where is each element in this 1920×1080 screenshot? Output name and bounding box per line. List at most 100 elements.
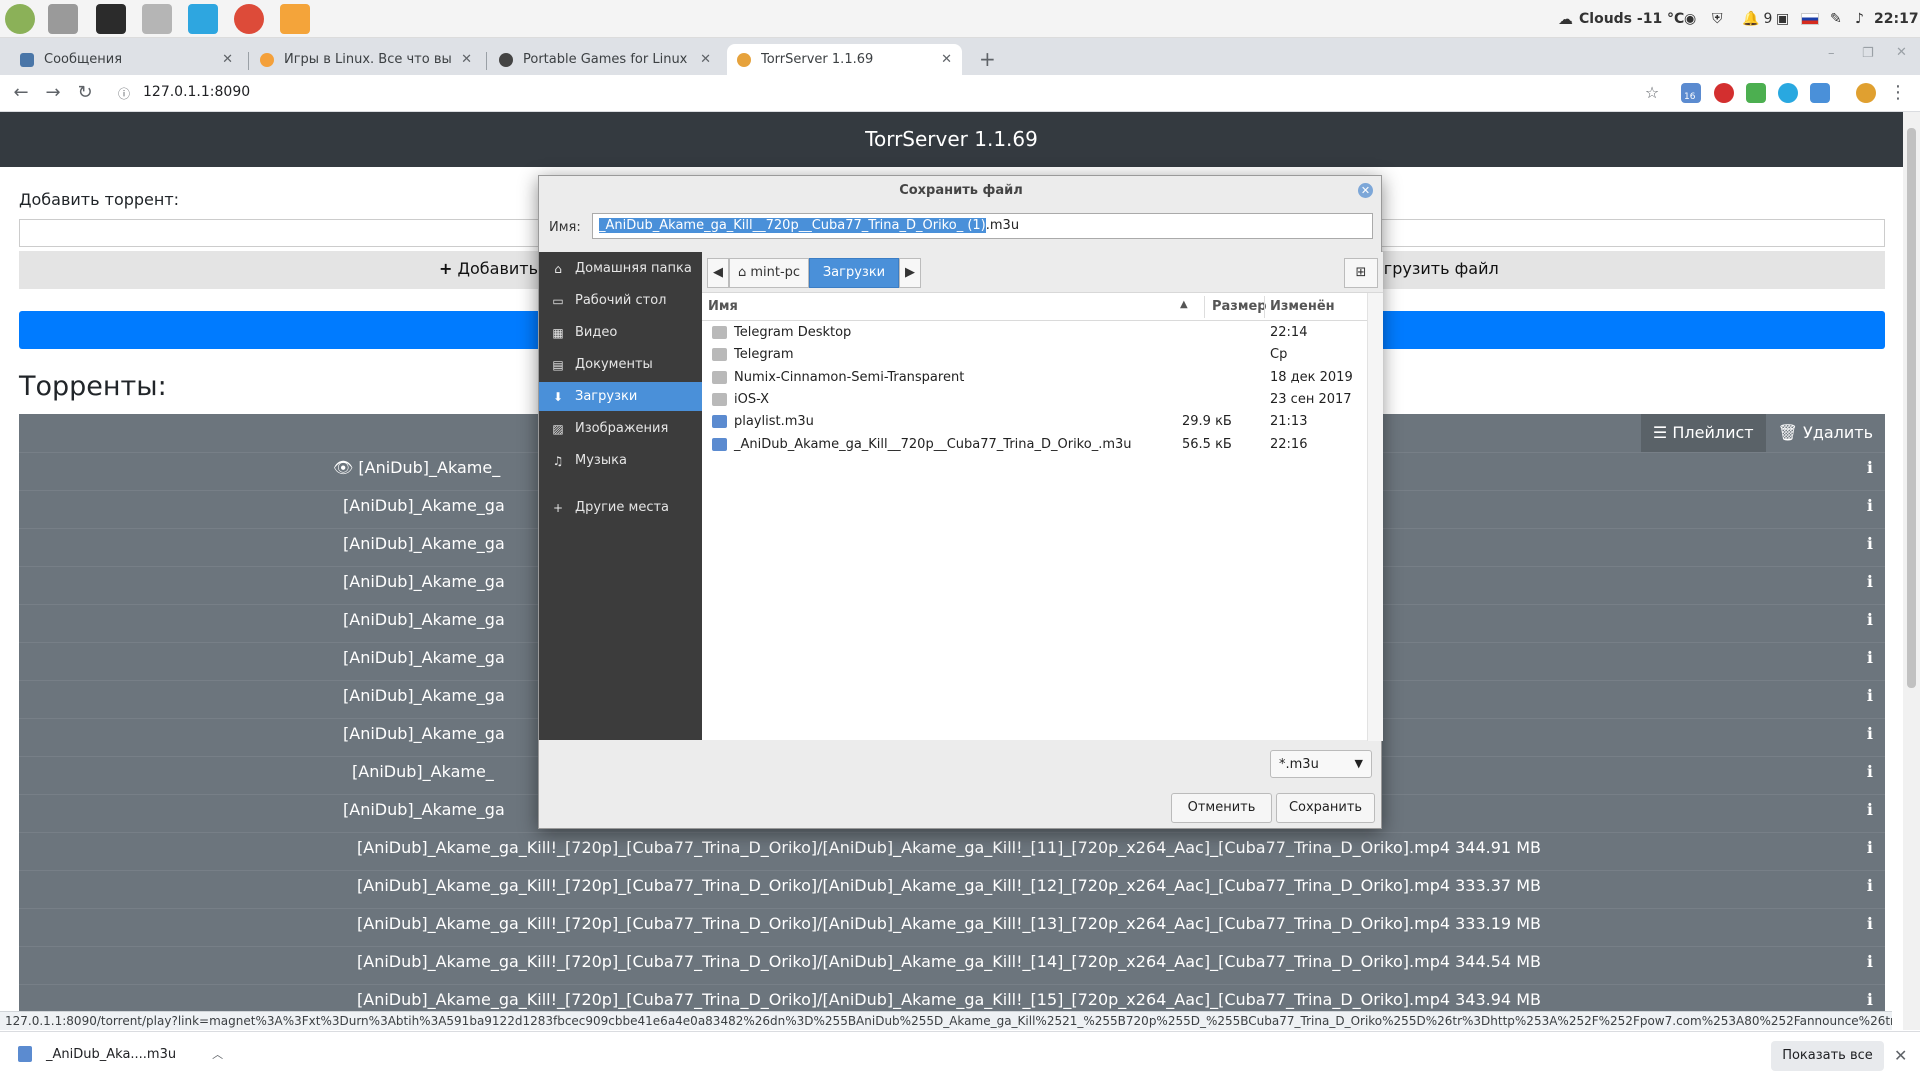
torrent-name[interactable]: [AniDub]_Akame_ga <box>343 534 505 553</box>
info-icon[interactable]: ℹ <box>1867 496 1873 515</box>
info-icon[interactable]: ℹ <box>1867 572 1873 591</box>
show-desktop-icon[interactable] <box>48 4 78 34</box>
bookmark-star-icon[interactable]: ☆ <box>1642 83 1662 103</box>
clock[interactable]: 22:17 <box>1874 10 1919 28</box>
torrent-name[interactable]: [AniDub]_Akame_ga_Kill!_[720p]_[Cuba77_T… <box>19 952 1879 971</box>
extension-icon[interactable] <box>1778 83 1798 103</box>
show-all-button[interactable]: Показать все <box>1771 1041 1884 1071</box>
upload-file-button[interactable]: агрузить файл <box>1374 259 1499 278</box>
path-downloads[interactable]: Загрузки <box>809 258 899 288</box>
column-modified[interactable]: Изменён <box>1270 299 1335 314</box>
torrent-name[interactable]: [AniDub]_Akame_ <box>352 762 494 781</box>
path-mint-pc[interactable]: ⌂ mint-pc <box>729 258 809 288</box>
info-icon[interactable]: ℹ <box>1867 762 1873 781</box>
tab-portable-games[interactable]: Portable Games for Linux ✕ <box>489 44 721 75</box>
adblock-icon[interactable] <box>1714 83 1734 103</box>
info-icon[interactable]: ℹ <box>1867 534 1873 553</box>
info-icon[interactable]: ℹ <box>1867 610 1873 629</box>
menu-dots-icon[interactable]: ⋮ <box>1888 83 1908 103</box>
minimize-window-button[interactable]: – <box>1828 46 1835 61</box>
torrent-name[interactable]: [AniDub]_Akame_ga <box>343 686 505 705</box>
network-icon[interactable]: ◉ <box>1684 10 1696 28</box>
place-item[interactable]: ▨ Изображения <box>539 414 702 443</box>
torrent-name[interactable]: [AniDub]_Akame_ga_Kill!_[720p]_[Cuba77_T… <box>19 990 1879 1009</box>
torrent-name[interactable]: [AniDub]_Akame_ga_Kill!_[720p]_[Cuba77_T… <box>19 876 1879 895</box>
torrent-name[interactable]: [AniDub]_Akame_ga <box>343 572 505 591</box>
torrent-name[interactable]: [AniDub]_Akame_ga <box>343 610 505 629</box>
torrent-name[interactable]: [AniDub]_Akame_ga <box>343 800 505 819</box>
new-tab-button[interactable]: + <box>979 47 996 71</box>
info-icon[interactable]: ℹ <box>1867 990 1873 1009</box>
info-icon[interactable]: ℹ <box>1867 914 1873 933</box>
profile-avatar[interactable] <box>1856 83 1876 103</box>
tab-torrserver[interactable]: TorrServer 1.1.69 ✕ <box>727 44 962 75</box>
close-window-button[interactable]: ✕ <box>1896 45 1907 60</box>
torrent-row[interactable]: [AniDub]_Akame_ga_Kill!_[720p]_[Cuba77_T… <box>19 946 1885 976</box>
torrent-row[interactable]: [AniDub]_Akame_ga_Kill!_[720p]_[Cuba77_T… <box>19 908 1885 938</box>
torrent-name[interactable]: [AniDub]_Akame_ga_Kill!_[720p]_[Cuba77_T… <box>19 838 1879 857</box>
torrent-name[interactable]: [AniDub]_Akame_ga <box>343 724 505 743</box>
playlist-button[interactable]: ☰ Плейлист <box>1640 414 1766 452</box>
telegram-icon[interactable] <box>188 4 218 34</box>
new-folder-icon[interactable]: ⊞ <box>1344 258 1378 288</box>
scroll-thumb[interactable] <box>1907 128 1916 688</box>
notifications-indicator[interactable]: 🔔 9 <box>1742 10 1772 28</box>
close-icon[interactable]: ✕ <box>1358 183 1373 198</box>
torrent-name[interactable]: [AniDub]_Akame_ga_Kill!_[720p]_[Cuba77_T… <box>19 914 1879 933</box>
terminal-icon[interactable] <box>96 4 126 34</box>
close-icon[interactable]: ✕ <box>1894 1046 1907 1065</box>
place-item[interactable]: ▤ Документы <box>539 350 702 379</box>
place-item[interactable]: ▭ Рабочий стол <box>539 286 702 315</box>
file-list-scrollbar[interactable] <box>1367 293 1383 741</box>
file-row[interactable]: playlist.m3u 29.9 кБ 21:13 <box>702 411 1367 433</box>
save-button[interactable]: Сохранить <box>1276 793 1375 823</box>
file-row[interactable]: Numix-Cinnamon-Semi-Transparent 18 дек 20… <box>702 367 1367 389</box>
column-name[interactable]: Имя <box>708 299 738 314</box>
extension-icon[interactable]: 16 <box>1681 83 1701 103</box>
delete-button[interactable]: 🗑 Удалить <box>1766 414 1885 452</box>
add-button[interactable]: + Добавить <box>439 259 538 278</box>
cancel-button[interactable]: Отменить <box>1171 793 1272 823</box>
torrent-row[interactable]: [AniDub]_Akame_ga_Kill!_[720p]_[Cuba77_T… <box>19 870 1885 900</box>
tab-linux-games[interactable]: Игры в Linux. Все что вы дол ✕ <box>250 44 482 75</box>
keyboard-layout-flag-icon[interactable] <box>1801 10 1819 28</box>
close-tab-icon[interactable]: ✕ <box>700 52 711 67</box>
place-item[interactable]: ♫ Музыка <box>539 446 702 475</box>
info-icon[interactable]: ℹ <box>1867 724 1873 743</box>
forward-arrow-icon[interactable]: → <box>43 83 63 103</box>
reload-icon[interactable]: ↻ <box>75 83 95 103</box>
info-icon[interactable]: ℹ <box>1867 876 1873 895</box>
extension-icon[interactable] <box>1810 83 1830 103</box>
tab-messages[interactable]: Сообщения ✕ <box>10 44 243 75</box>
maximize-window-button[interactable]: ❐ <box>1862 46 1874 61</box>
mint-menu-icon[interactable] <box>5 4 35 34</box>
torrent-name[interactable]: [AniDub]_Akame_ga <box>343 496 505 515</box>
filename-input[interactable]: _AniDub_Akame_ga_Kill__720p__Cuba77_Trin… <box>592 213 1373 239</box>
close-tab-icon[interactable]: ✕ <box>461 52 472 67</box>
volume-icon[interactable]: ♪ <box>1855 10 1864 28</box>
weather-indicator[interactable]: ☁ Clouds -11 °C <box>1558 10 1684 28</box>
pen-icon[interactable]: ✎ <box>1830 10 1842 28</box>
file-row[interactable]: Telegram Ср <box>702 344 1367 366</box>
file-row[interactable]: iOS-X 23 сен 2017 <box>702 389 1367 411</box>
place-item[interactable]: + Другие места <box>539 493 702 522</box>
place-item[interactable]: ⌂ Домашняя папка <box>539 254 702 283</box>
info-icon[interactable]: ℹ <box>1867 952 1873 971</box>
shield-icon[interactable]: ⛨ <box>1712 10 1723 28</box>
clipboard-icon[interactable]: ▣ <box>1776 10 1789 28</box>
column-size[interactable]: Размер <box>1212 299 1267 314</box>
close-tab-icon[interactable]: ✕ <box>222 52 233 67</box>
info-icon[interactable]: ℹ <box>1867 648 1873 667</box>
torrent-row[interactable]: [AniDub]_Akame_ga_Kill!_[720p]_[Cuba77_T… <box>19 984 1885 1014</box>
place-item[interactable]: ▦ Видео <box>539 318 702 347</box>
info-icon[interactable]: ℹ <box>1867 800 1873 819</box>
address-bar[interactable]: ⓘ 127.0.1.1:8090 <box>115 75 1655 112</box>
info-icon[interactable]: ℹ <box>1867 686 1873 705</box>
file-row[interactable]: Telegram Desktop 22:14 <box>702 322 1367 344</box>
info-icon[interactable]: ℹ <box>1867 458 1873 477</box>
media-player-icon[interactable] <box>280 4 310 34</box>
chevron-up-icon[interactable]: ︿ <box>212 1046 223 1062</box>
back-arrow-icon[interactable]: ← <box>11 83 31 103</box>
extension-icon[interactable] <box>1746 83 1766 103</box>
torrent-name[interactable]: 👁 [AniDub]_Akame_ <box>333 458 500 477</box>
